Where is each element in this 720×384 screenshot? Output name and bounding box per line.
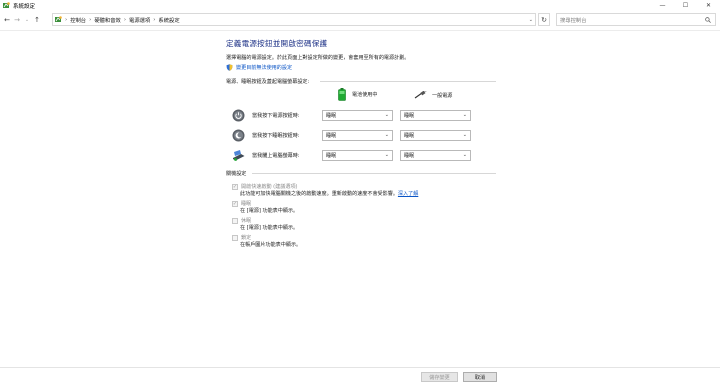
breadcrumb-hardware-sound[interactable]: 硬體和音效 [94,16,121,24]
chevron-down-icon: ⌄ [462,132,467,138]
breadcrumb-separator: › [65,16,68,23]
recent-locations-button[interactable]: ⌄ [22,14,32,26]
chevron-down-icon: ⌄ [384,112,389,118]
save-changes-button[interactable]: 儲存變更 [421,372,458,382]
fast-startup-option[interactable]: ✓ 開啟快速啟動 (建議選項) [232,183,298,190]
chevron-down-icon: ⌄ [462,152,467,158]
close-button[interactable]: ✕ [697,0,720,11]
lid-close-label: 當我闔上電腦螢幕時: [252,153,300,159]
battery-column-label: 電池使用中 [352,92,378,98]
selected-value: 睡眠 [326,113,337,119]
footer-divider [0,367,720,368]
search-input[interactable]: 搜尋控制台 [556,13,716,26]
power-button-row: 當我按下電源按鈕時: [232,109,300,122]
sleep-button-battery-select[interactable]: 睡眠 ⌄ [322,130,393,141]
laptop-lid-icon [232,149,245,162]
cancel-button[interactable]: 取消 [463,372,497,382]
address-bar[interactable]: › 控制台 › 硬體和音效 › 電源選項 › 系統設定 ⌄ [52,13,536,26]
sleep-option[interactable]: ✓ 睡眠 [232,200,251,207]
chevron-down-icon: ⌄ [384,152,389,158]
uac-shield-icon [226,64,233,71]
address-dropdown-icon[interactable]: ⌄ [529,17,533,23]
power-section-label: 電源、睡眠按鈕及蓋起電腦螢幕設定: [226,79,310,85]
battery-icon [338,88,346,101]
refresh-button[interactable]: ↻ [538,13,550,26]
selected-value: 睡眠 [404,133,415,139]
lid-close-battery-select[interactable]: 睡眠 ⌄ [322,150,393,161]
lid-close-plugged-select[interactable]: 睡眠 ⌄ [400,150,471,161]
chevron-down-icon: ⌄ [462,112,467,118]
power-button-label: 當我按下電源按鈕時: [252,113,300,119]
power-button-battery-select[interactable]: 睡眠 ⌄ [322,110,393,121]
hibernate-option-description: 在 [電源] 功能表中顯示。 [240,225,299,231]
selected-value: 睡眠 [404,153,415,159]
hibernate-checkbox[interactable] [232,217,238,224]
forward-button[interactable]: → [12,14,22,26]
breadcrumb-power-options[interactable]: 電源選項 [129,16,150,24]
control-panel-icon [3,2,10,9]
toolbar-divider [0,30,720,31]
breadcrumb-separator: › [153,16,156,23]
section-divider [320,81,496,82]
page-description: 選擇電腦的電源設定。於此頁面上對設定所做的變更，會套用至所有的電源計劃。 [226,55,410,61]
sleep-option-label: 睡眠 [241,201,252,207]
sleep-icon [232,129,245,142]
fast-startup-description-text: 此功能可加快電腦關機之後的啟動速度。重新啟動的速度不會受影響。 [240,191,398,197]
window-title: 系統設定 [13,3,36,10]
battery-column-header: 電池使用中 [338,88,377,101]
lid-close-row: 當我闔上電腦螢幕時: [232,149,300,162]
plugged-column-header: 一般電源 [414,90,453,99]
selected-value: 睡眠 [326,153,337,159]
shutdown-section-label: 關機設定 [226,171,247,177]
sleep-button-plugged-select[interactable]: 睡眠 ⌄ [400,130,471,141]
breadcrumb-control-panel[interactable]: 控制台 [70,16,86,24]
control-panel-icon [55,16,62,23]
breadcrumb-system-settings[interactable]: 系統設定 [158,16,179,24]
change-unavailable-settings-link[interactable]: 變更目前無法使用的設定 [236,64,292,71]
lock-option[interactable]: 鎖定 [232,234,251,241]
page-title: 定義電源按鈕並開啟密碼保護 [226,39,328,48]
breadcrumb-separator: › [89,16,92,23]
maximize-button[interactable]: ☐ [674,0,697,11]
selected-value: 睡眠 [326,133,337,139]
sleep-option-description: 在 [電源] 功能表中顯示。 [240,208,299,214]
breadcrumb-separator: › [123,16,127,23]
selected-value: 睡眠 [404,113,415,119]
title-bar: 系統設定 — ☐ ✕ [0,0,720,11]
power-button-plugged-select[interactable]: 睡眠 ⌄ [400,110,471,121]
learn-more-link[interactable]: 深入了解 [398,191,418,197]
sleep-checkbox[interactable]: ✓ [232,200,238,207]
sleep-button-label: 當我按下睡眠按鈕時: [252,133,300,139]
search-icon [705,17,711,23]
sleep-button-row: 當我按下睡眠按鈕時: [232,129,300,142]
fast-startup-description: 此功能可加快電腦關機之後的啟動速度。重新啟動的速度不會受影響。深入了解 [240,190,418,197]
hibernate-option[interactable]: 休眠 [232,217,251,224]
admin-settings-row: 變更目前無法使用的設定 [226,64,292,71]
main-content: 定義電源按鈕並開啟密碼保護 選擇電腦的電源設定。於此頁面上對設定所做的變更，會套… [226,38,506,71]
power-plug-icon [414,90,427,99]
lock-option-label: 鎖定 [241,235,252,241]
back-button[interactable]: ← [2,14,12,26]
plugged-column-label: 一般電源 [432,92,453,99]
lock-option-description: 在帳戶圖片功能表中顯示。 [240,242,302,248]
minimize-button[interactable]: — [651,0,674,11]
up-button[interactable]: ↑ [32,14,42,26]
navigation-bar: ← → ⌄ ↑ › 控制台 › 硬體和音效 › 電源選項 › 系統設定 ⌄ ↻ … [0,13,720,27]
lock-checkbox[interactable] [232,234,238,241]
section-divider [252,173,496,174]
chevron-down-icon: ⌄ [384,132,389,138]
fast-startup-label: 開啟快速啟動 (建議選項) [241,184,298,190]
hibernate-option-label: 休眠 [241,218,252,224]
power-icon [232,109,245,122]
search-placeholder: 搜尋控制台 [560,17,587,24]
fast-startup-checkbox[interactable]: ✓ [232,183,238,190]
